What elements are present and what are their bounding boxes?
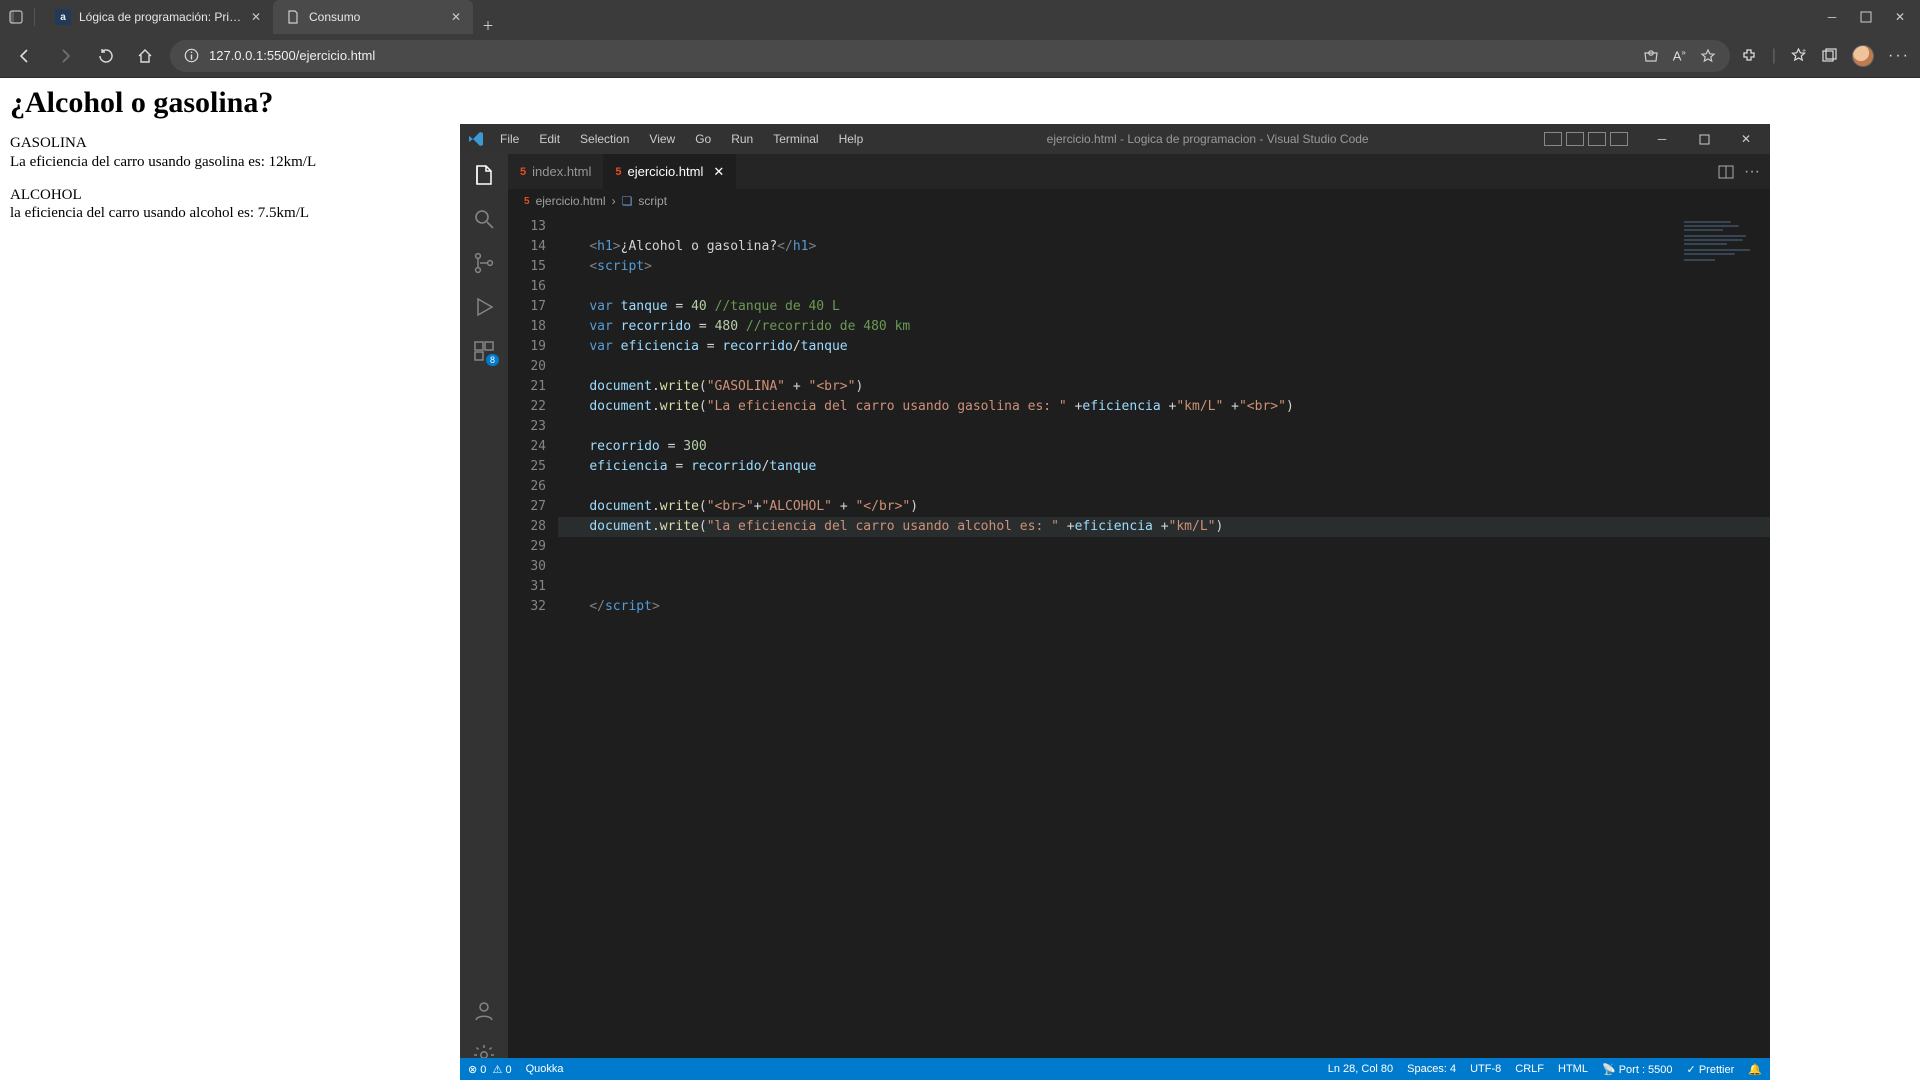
account-icon[interactable] xyxy=(471,998,497,1024)
menu-selection[interactable]: Selection xyxy=(572,128,637,150)
refresh-icon[interactable] xyxy=(90,41,120,71)
window-minimize-icon[interactable]: ─ xyxy=(1824,9,1840,25)
forward-icon xyxy=(50,41,80,71)
menu-edit[interactable]: Edit xyxy=(531,128,568,150)
vscode-maximize-icon[interactable] xyxy=(1686,124,1722,154)
menu-help[interactable]: Help xyxy=(831,128,872,150)
window-close-icon[interactable]: ✕ xyxy=(1892,9,1908,25)
status-notify-icon[interactable]: 🔔 xyxy=(1748,1063,1762,1076)
more-icon[interactable]: ··· xyxy=(1888,47,1910,65)
vscode-minimize-icon[interactable]: ─ xyxy=(1644,124,1680,154)
breadcrumb-symbol: script xyxy=(638,194,667,208)
menu-file[interactable]: File xyxy=(492,128,527,150)
activity-bar: 8 xyxy=(460,154,508,1080)
status-eol[interactable]: CRLF xyxy=(1515,1063,1544,1076)
site-info-icon[interactable] xyxy=(184,48,199,63)
breadcrumb-file: ejercicio.html xyxy=(536,194,606,208)
symbol-icon: ❏ xyxy=(622,194,633,208)
line-gutter: 1314151617181920212223242526272829303132 xyxy=(508,213,558,1080)
profile-avatar[interactable] xyxy=(1852,45,1874,67)
url-text: 127.0.0.1:5500/ejercicio.html xyxy=(209,48,375,63)
editor-tab-index[interactable]: 5 index.html xyxy=(508,154,603,189)
browser-tab-consumo[interactable]: Consumo ✕ xyxy=(273,0,473,34)
svg-text:+: + xyxy=(1802,48,1806,55)
menu-view[interactable]: View xyxy=(641,128,683,150)
editor-tabbar: 5 index.html 5 ejercicio.html ✕ ··· xyxy=(508,154,1770,189)
status-problems[interactable]: ⊗ 0 ⚠ 0 xyxy=(468,1063,512,1076)
back-icon[interactable] xyxy=(10,41,40,71)
status-enc[interactable]: UTF-8 xyxy=(1470,1063,1501,1076)
status-ln-col[interactable]: Ln 28, Col 80 xyxy=(1328,1063,1393,1076)
chevron-icon: › xyxy=(612,194,616,208)
tab-actions-icon[interactable] xyxy=(8,9,24,25)
address-bar[interactable]: 127.0.0.1:5500/ejercicio.html A» xyxy=(170,40,1730,72)
menu-terminal[interactable]: Terminal xyxy=(765,128,826,150)
status-spaces[interactable]: Spaces: 4 xyxy=(1407,1063,1456,1076)
explorer-icon[interactable] xyxy=(471,162,497,188)
status-quokka[interactable]: Quokka xyxy=(526,1063,564,1075)
window-maximize-icon[interactable] xyxy=(1858,9,1874,25)
favorite-icon[interactable] xyxy=(1700,48,1716,64)
tab-label: index.html xyxy=(532,164,591,179)
read-aloud-icon[interactable]: A» xyxy=(1673,48,1686,64)
vscode-window: File Edit Selection View Go Run Terminal… xyxy=(460,124,1770,1080)
extensions-icon[interactable]: 8 xyxy=(471,338,497,364)
vscode-titlebar[interactable]: File Edit Selection View Go Run Terminal… xyxy=(460,124,1770,154)
search-icon[interactable] xyxy=(471,206,497,232)
status-prettier[interactable]: ✓ Prettier xyxy=(1687,1063,1735,1076)
new-tab-button[interactable]: ＋ xyxy=(473,17,503,34)
close-icon[interactable]: ✕ xyxy=(713,164,724,180)
collections-icon[interactable] xyxy=(1821,47,1838,64)
layout-icons[interactable] xyxy=(1544,132,1628,146)
status-port[interactable]: 📡 Port : 5500 xyxy=(1602,1063,1673,1076)
minimap[interactable] xyxy=(1678,217,1768,287)
code-editor[interactable]: 1314151617181920212223242526272829303132… xyxy=(508,213,1770,1080)
vscode-menu: File Edit Selection View Go Run Terminal… xyxy=(492,128,871,150)
vscode-logo-icon xyxy=(460,131,492,147)
breadcrumb[interactable]: 5 ejercicio.html › ❏ script xyxy=(508,189,1770,213)
tab-title: Consumo xyxy=(309,10,443,24)
editor-tab-ejercicio[interactable]: 5 ejercicio.html ✕ xyxy=(603,154,736,189)
html5-icon: 5 xyxy=(524,196,530,207)
browser-tab-alura[interactable]: a Lógica de programación: Primer ✕ xyxy=(43,0,273,34)
html5-icon: 5 xyxy=(520,166,526,178)
update-badge: 8 xyxy=(486,354,499,366)
tab-label: ejercicio.html xyxy=(628,164,704,179)
menu-go[interactable]: Go xyxy=(687,128,719,150)
more-actions-icon[interactable]: ··· xyxy=(1744,163,1760,181)
tab-title: Lógica de programación: Primer xyxy=(79,10,243,24)
browser-toolbar: 127.0.0.1:5500/ejercicio.html A» | + ··· xyxy=(0,34,1920,78)
vscode-window-title: ejercicio.html - Logica de programacion … xyxy=(871,132,1544,146)
source-control-icon[interactable] xyxy=(471,250,497,276)
browser-tabs: a Lógica de programación: Primer ✕ Consu… xyxy=(43,0,503,34)
browser-titlebar: a Lógica de programación: Primer ✕ Consu… xyxy=(0,0,1920,34)
status-lang[interactable]: HTML xyxy=(1558,1063,1588,1076)
site-icon: a xyxy=(55,9,71,25)
close-icon[interactable]: ✕ xyxy=(451,10,461,24)
split-editor-icon[interactable] xyxy=(1718,164,1734,180)
home-icon[interactable] xyxy=(130,41,160,71)
menu-run[interactable]: Run xyxy=(723,128,761,150)
code-content[interactable]: <h1>¿Alcohol o gasolina?</h1> <script> v… xyxy=(558,213,1770,1080)
extensions-icon[interactable] xyxy=(1740,47,1758,65)
page-heading: ¿Alcohol o gasolina? xyxy=(10,86,1910,120)
shopping-icon[interactable] xyxy=(1643,48,1659,64)
favorites-hub-icon[interactable]: + xyxy=(1790,47,1807,64)
html5-icon: 5 xyxy=(615,166,621,178)
status-bar: ⊗ 0 ⚠ 0 Quokka Ln 28, Col 80 Spaces: 4 U… xyxy=(460,1058,1770,1080)
vscode-close-icon[interactable]: ✕ xyxy=(1728,124,1764,154)
document-icon xyxy=(285,9,301,25)
close-icon[interactable]: ✕ xyxy=(251,10,261,24)
run-debug-icon[interactable] xyxy=(471,294,497,320)
